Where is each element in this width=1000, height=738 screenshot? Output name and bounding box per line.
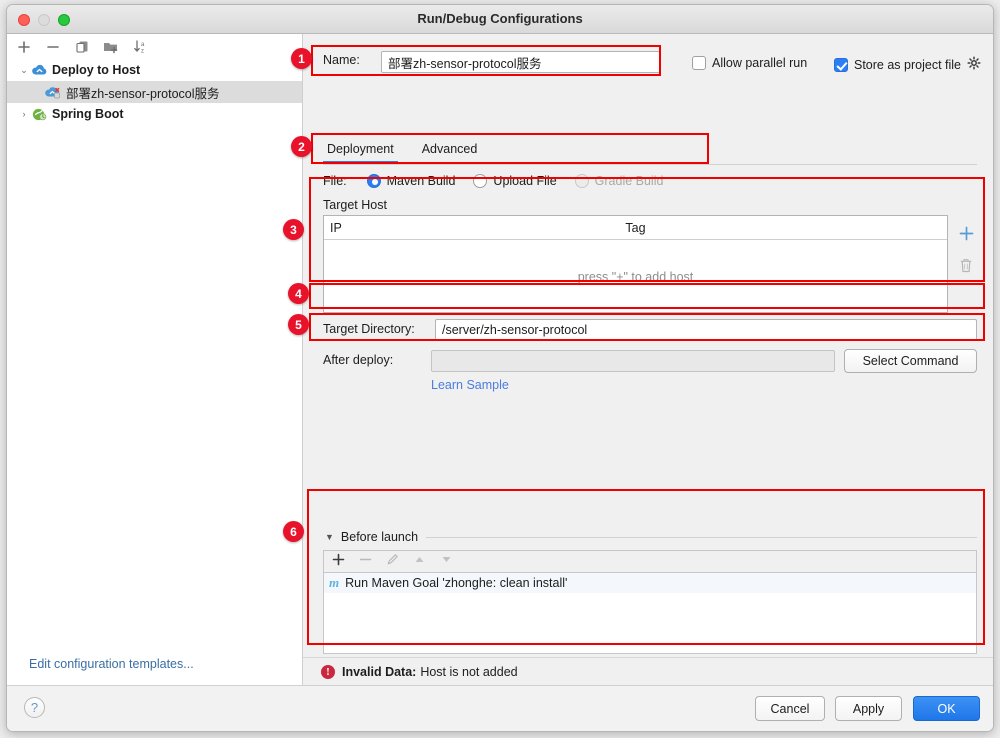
after-deploy-label: After deploy: bbox=[323, 353, 394, 367]
before-launch-divider bbox=[426, 537, 977, 538]
tab-advanced[interactable]: Advanced bbox=[418, 139, 482, 163]
move-up-icon[interactable] bbox=[413, 553, 426, 571]
apply-button[interactable]: Apply bbox=[835, 696, 902, 721]
tree-item-deploy-to-host[interactable]: ⌄ Deploy to Host bbox=[7, 59, 302, 81]
after-deploy-row: After deploy: bbox=[323, 353, 393, 367]
copy-configuration-button[interactable] bbox=[73, 38, 91, 56]
window-title: Run/Debug Configurations bbox=[417, 11, 583, 26]
dialog-bottom-bar: ? Cancel Apply OK bbox=[7, 685, 993, 731]
annotation-badge-2: 2 bbox=[291, 136, 312, 157]
select-command-button[interactable]: Select Command bbox=[844, 349, 977, 373]
name-input[interactable]: 部署zh-sensor-protocol服务 bbox=[381, 51, 661, 73]
tree-item-label: 部署zh-sensor-protocol服务 bbox=[66, 86, 220, 101]
list-item[interactable]: m Run Maven Goal 'zhonghe: clean install… bbox=[324, 573, 976, 593]
before-launch-toolbar bbox=[323, 550, 977, 572]
tree-item-label: Deploy to Host bbox=[52, 63, 141, 77]
name-label: Name: bbox=[323, 53, 360, 67]
annotation-badge-4: 4 bbox=[288, 283, 309, 304]
svg-text:a: a bbox=[141, 42, 145, 48]
learn-sample-link[interactable]: Learn Sample bbox=[431, 378, 509, 392]
target-directory-label: Target Directory: bbox=[323, 322, 415, 336]
allow-parallel-run-label: Allow parallel run bbox=[712, 56, 808, 70]
host-icon bbox=[45, 84, 63, 100]
edit-pencil-icon[interactable] bbox=[386, 553, 399, 571]
validation-error-bar: ! Invalid Data: Host is not added bbox=[303, 657, 993, 685]
editor-tabs[interactable]: Deployment Advanced bbox=[323, 139, 481, 163]
configurations-left-panel: a z ⌄ Deploy to Host 部署zh-sensor-protoco… bbox=[7, 34, 303, 685]
error-title: Invalid Data: bbox=[342, 664, 417, 679]
svg-text:z: z bbox=[141, 49, 144, 55]
screenshot-root: Run/Debug Configurations a z ⌄ Deploy to… bbox=[0, 0, 1000, 738]
gradle-build-label: Gradle Build bbox=[594, 174, 664, 188]
name-row: Name: bbox=[323, 53, 360, 67]
delete-host-button[interactable] bbox=[953, 252, 979, 278]
maven-build-label: Maven Build bbox=[386, 174, 456, 188]
before-launch-task-list[interactable]: m Run Maven Goal 'zhonghe: clean install… bbox=[323, 572, 977, 654]
maven-icon: m bbox=[329, 575, 340, 590]
move-down-icon[interactable] bbox=[440, 553, 453, 571]
spring-icon bbox=[31, 106, 49, 122]
column-header-tag: Tag bbox=[625, 220, 646, 235]
configuration-editor-panel: Name: 部署zh-sensor-protocol服务 Allow paral… bbox=[303, 34, 993, 685]
help-button[interactable]: ? bbox=[24, 697, 45, 718]
before-launch-task-label: Run Maven Goal 'zhonghe: clean install' bbox=[345, 576, 568, 590]
annotation-badge-6: 6 bbox=[283, 521, 304, 542]
target-directory-row: Target Directory: bbox=[323, 322, 415, 336]
name-input-value: 部署zh-sensor-protocol服务 bbox=[388, 56, 542, 71]
upload-file-label: Upload File bbox=[493, 174, 557, 188]
tree-item-deploy-zh-sensor-protocol[interactable]: 部署zh-sensor-protocol服务 bbox=[7, 81, 302, 103]
configurations-tree[interactable]: ⌄ Deploy to Host 部署zh-sensor-protocol服务 … bbox=[7, 59, 302, 685]
radio-maven-build[interactable]: Maven Build bbox=[366, 174, 456, 188]
cancel-button[interactable]: Cancel bbox=[755, 696, 825, 721]
chevron-down-icon[interactable]: ▼ bbox=[325, 532, 334, 542]
annotation-badge-1: 1 bbox=[291, 48, 312, 69]
sort-configurations-button[interactable]: a z bbox=[131, 38, 149, 56]
chevron-down-icon[interactable]: ⌄ bbox=[17, 65, 31, 76]
window-titlebar: Run/Debug Configurations bbox=[7, 5, 993, 34]
error-icon: ! bbox=[321, 664, 335, 679]
gradle-build-radio[interactable] bbox=[574, 174, 589, 188]
before-launch-header[interactable]: ▼ Before launch bbox=[325, 530, 418, 544]
ok-button[interactable]: OK bbox=[913, 696, 980, 721]
store-as-project-file-row[interactable]: Store as project file bbox=[834, 56, 981, 73]
target-host-group-label: Target Host bbox=[323, 198, 387, 212]
allow-parallel-run-checkbox[interactable] bbox=[692, 56, 706, 70]
run-debug-configurations-window: Run/Debug Configurations a z ⌄ Deploy to… bbox=[6, 4, 994, 732]
radio-gradle-build[interactable]: Gradle Build bbox=[574, 174, 664, 188]
radio-upload-file[interactable]: Upload File bbox=[473, 174, 557, 188]
target-directory-value: /server/zh-sensor-protocol bbox=[442, 323, 588, 337]
error-message: Host is not added bbox=[420, 664, 518, 679]
target-host-table-header: IP Tag bbox=[324, 216, 947, 240]
target-host-table[interactable]: IP Tag press "+" to add host bbox=[323, 215, 948, 313]
annotation-badge-5: 5 bbox=[288, 314, 309, 335]
remove-task-button[interactable] bbox=[359, 553, 372, 571]
tabs-divider bbox=[323, 164, 977, 165]
allow-parallel-run-row[interactable]: Allow parallel run bbox=[692, 56, 807, 70]
new-folder-button[interactable] bbox=[102, 38, 120, 56]
add-host-button[interactable] bbox=[953, 220, 979, 246]
configurations-toolbar: a z bbox=[7, 34, 302, 59]
edit-configuration-templates-link[interactable]: Edit configuration templates... bbox=[29, 657, 194, 671]
add-configuration-button[interactable] bbox=[15, 38, 33, 56]
tree-item-spring-boot[interactable]: › Spring Boot bbox=[7, 103, 302, 125]
chevron-right-icon[interactable]: › bbox=[17, 109, 31, 119]
remove-configuration-button[interactable] bbox=[44, 38, 62, 56]
before-launch-title: Before launch bbox=[340, 530, 419, 544]
tab-deployment[interactable]: Deployment bbox=[323, 139, 398, 163]
after-deploy-input[interactable] bbox=[431, 350, 835, 372]
annotation-badge-3: 3 bbox=[283, 219, 304, 240]
target-directory-input[interactable]: /server/zh-sensor-protocol bbox=[435, 319, 977, 341]
tree-item-label: Spring Boot bbox=[52, 107, 124, 121]
target-host-empty-message: press "+" to add host bbox=[577, 270, 694, 284]
store-as-project-file-label: Store as project file bbox=[854, 57, 961, 72]
cloud-icon bbox=[31, 62, 49, 78]
file-label: File: bbox=[323, 174, 347, 188]
window-body: a z ⌄ Deploy to Host 部署zh-sensor-protoco… bbox=[7, 34, 993, 731]
maven-build-radio[interactable] bbox=[366, 174, 381, 188]
store-as-project-file-checkbox[interactable] bbox=[834, 57, 848, 72]
add-task-button[interactable] bbox=[332, 553, 345, 571]
gear-icon[interactable] bbox=[967, 56, 981, 73]
upload-file-radio[interactable] bbox=[473, 174, 488, 188]
file-row: File: Maven Build Upload File Gradle Bui… bbox=[323, 174, 663, 188]
